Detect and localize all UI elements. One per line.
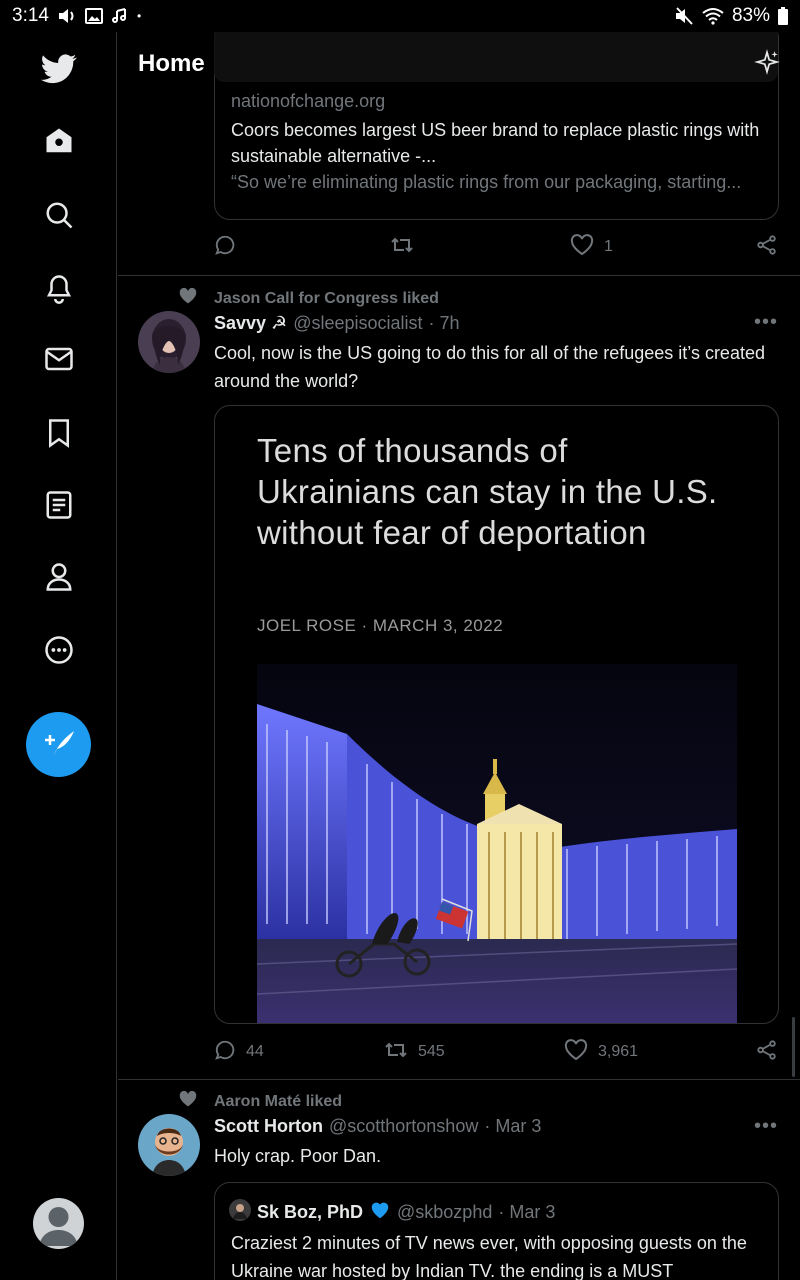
more-options-icon[interactable]: •••	[754, 1115, 778, 1138]
timeline[interactable]: nationofchange.org Coors becomes largest…	[118, 32, 800, 1280]
mail-icon[interactable]	[38, 338, 80, 380]
search-icon[interactable]	[38, 194, 80, 236]
tweet-header: Savvy ☭ @sleepisocialist · 7h	[214, 313, 460, 334]
dot-icon: •	[136, 9, 142, 23]
reply-count: 44	[246, 1043, 264, 1060]
avatar[interactable]	[138, 1114, 200, 1176]
tweet-actions: 1	[214, 232, 779, 262]
share-icon	[756, 234, 778, 261]
compose-tweet-icon	[42, 727, 76, 762]
link-title: Coors becomes largest US beer brand to r…	[231, 120, 760, 166]
tweet-text: Cool, now is the US going to do this for…	[214, 343, 765, 391]
like-button[interactable]: 3,961	[564, 1037, 638, 1067]
battery-icon	[778, 7, 788, 25]
heart-filled-icon	[178, 1090, 198, 1113]
mute-icon	[674, 7, 694, 25]
quoted-tweet[interactable]: Sk Boz, PhD @skbozphd · Mar 3 Craziest 2…	[214, 1182, 779, 1280]
account-avatar[interactable]	[33, 1198, 84, 1249]
more-options-icon[interactable]: •••	[754, 311, 778, 334]
social-context-text: Aaron Maté liked	[214, 1092, 343, 1110]
tweet-text: Holy crap. Poor Dan.	[214, 1146, 382, 1166]
volume-icon	[57, 7, 77, 25]
handle[interactable]: @scotthortonshow	[329, 1116, 478, 1137]
link-description: “So we’re eliminating plastic rings from…	[231, 172, 742, 192]
social-context-text: Jason Call for Congress liked	[214, 289, 439, 307]
retweet-icon	[384, 1039, 408, 1066]
home-icon[interactable]	[38, 120, 80, 162]
retweet-icon	[390, 234, 414, 261]
share-icon	[756, 1039, 778, 1066]
quote-display-name[interactable]: Sk Boz, PhD	[257, 1202, 363, 1223]
reply-icon	[214, 1039, 236, 1066]
handle[interactable]: @sleepisocialist	[293, 313, 422, 334]
page-title: Home	[138, 50, 205, 77]
scrollbar[interactable]	[792, 1017, 795, 1077]
battery-percent: 83%	[731, 5, 770, 26]
media-icon	[111, 8, 129, 24]
media-photo	[256, 664, 738, 1023]
quote-handle[interactable]: @skbozphd	[397, 1202, 492, 1223]
list-icon[interactable]	[38, 484, 80, 526]
retweet-button[interactable]: 545	[384, 1037, 445, 1067]
heart-filled-icon	[178, 287, 198, 310]
retweet-count: 545	[418, 1043, 445, 1060]
image-icon	[84, 8, 103, 24]
quote-text: Craziest 2 minutes of TV news ever, with…	[231, 1233, 747, 1280]
timestamp[interactable]: · Mar 3	[484, 1116, 541, 1137]
heart-icon	[564, 1038, 588, 1066]
tweet-header: Scott Horton @scotthortonshow · Mar 3	[214, 1116, 541, 1137]
bookmark-icon[interactable]	[38, 412, 80, 454]
retweet-button[interactable]	[390, 232, 414, 262]
status-bar: 3:14 • 83%	[0, 0, 800, 32]
quote-header: Sk Boz, PhD @skbozphd · Mar 3	[229, 1199, 555, 1226]
verified-icon	[369, 1199, 391, 1226]
heart-icon	[570, 233, 594, 261]
sparkle-icon[interactable]	[754, 48, 780, 80]
media-card[interactable]: Tens of thousands of Ukrainians can stay…	[214, 405, 779, 1024]
compose-tweet-button[interactable]	[26, 712, 91, 777]
tweet-actions: 44 545 3,961	[214, 1037, 779, 1067]
display-name[interactable]: Savvy ☭	[214, 313, 287, 334]
display-name[interactable]: Scott Horton	[214, 1116, 323, 1137]
profile-icon[interactable]	[38, 556, 80, 598]
clock: 3:14	[12, 5, 49, 26]
media-byline: JOEL ROSE · MARCH 3, 2022	[257, 616, 504, 635]
quote-timestamp[interactable]: · Mar 3	[498, 1202, 555, 1223]
wifi-icon	[702, 7, 724, 25]
quote-avatar[interactable]	[229, 1199, 251, 1226]
timestamp[interactable]: · 7h	[429, 313, 460, 334]
divider	[118, 275, 800, 276]
social-context: Aaron Maté liked	[178, 1090, 342, 1113]
more-icon[interactable]	[38, 629, 80, 671]
social-context: Jason Call for Congress liked	[178, 287, 439, 310]
share-button[interactable]	[756, 232, 778, 262]
like-count: 3,961	[598, 1043, 639, 1060]
like-count: 1	[604, 238, 613, 255]
like-button[interactable]: 1	[570, 232, 613, 262]
sidebar	[0, 32, 117, 1280]
bell-icon[interactable]	[38, 268, 80, 310]
divider	[118, 1079, 800, 1080]
reply-button[interactable]: 44	[214, 1037, 264, 1067]
media-headline: Tens of thousands of Ukrainians can stay…	[257, 432, 718, 551]
share-button[interactable]	[756, 1037, 778, 1067]
reply-icon	[214, 234, 236, 261]
twitter-bird-logo-icon[interactable]	[38, 48, 80, 90]
top-header: Home	[118, 32, 800, 96]
avatar[interactable]	[138, 311, 200, 373]
reply-button[interactable]	[214, 232, 236, 262]
